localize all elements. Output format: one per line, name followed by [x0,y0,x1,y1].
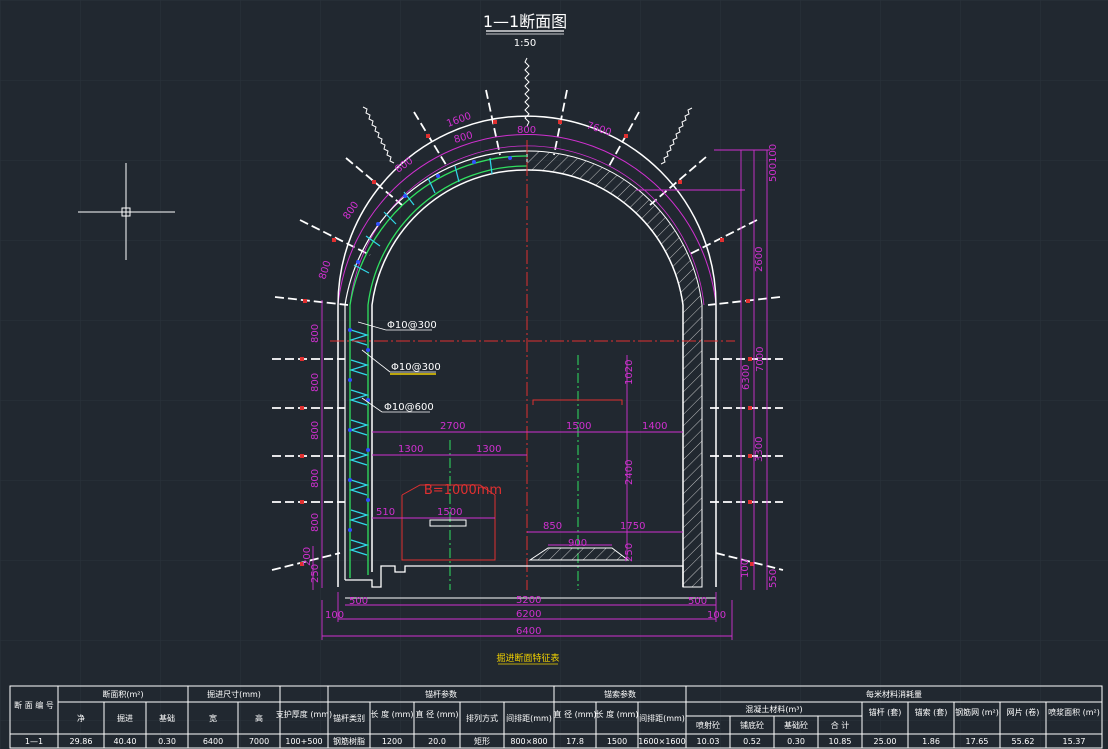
belt-width-label: B=1000mm [424,483,502,498]
td-bolt-dia: 20.0 [428,737,446,746]
th-mesh: 钢筋网 (m²) [955,707,999,717]
td-cable-spacing: 1600×1600 [638,737,685,746]
td-section: 1—1 [25,737,43,746]
th-net-rolls: 网片 (卷) [1007,707,1040,717]
td-support: 100+500 [285,737,322,746]
dim-right-7000: 7000 [755,347,766,372]
dim-bottom-500-right: 500 [688,596,707,607]
th-arrangement: 排列方式 [466,713,498,723]
dim-right-3300: 3300 [754,437,765,462]
th-bolt-type: 锚杆类别 [333,713,365,723]
dim-1750: 1750 [620,521,645,532]
dim-1020: 1020 [624,360,635,385]
dim-right-100: 100 [740,559,751,578]
dim-bottom-5200: 5200 [516,595,541,606]
dim-1500-b: 1500 [437,507,462,518]
td-spray-concrete: 10.03 [697,737,720,746]
dim-510: 510 [376,507,395,518]
dim-left-800-4: 800 [310,421,321,440]
td-foundation: 0.30 [158,737,176,746]
dim-2700: 2700 [440,421,465,432]
dim-1300-a: 1300 [398,444,423,455]
drawing-scale: 1:50 [514,38,536,49]
th-height: 高 [255,713,263,723]
track-bed [528,547,630,561]
td-width: 6400 [203,737,223,746]
th-section-no: 断 面 编 号 [14,700,54,710]
cad-drawing-canvas[interactable]: 1—1断面图 1:50 B=1000mm Φ10@300 Φ10@300 Φ10… [0,0,1108,749]
dim-arc-800-crown: 800 [517,125,536,136]
td-height: 7000 [249,737,269,746]
th-concrete: 混凝土材料(m³) [745,704,802,714]
td-mesh: 17.65 [966,737,989,746]
td-bolt-spacing: 800×800 [510,737,547,746]
th-foundation: 基础 [159,713,175,723]
th-spray-area: 喷浆面积 (m²) [1048,707,1100,717]
th-excavation: 掘进 [117,714,133,723]
dim-250: 250 [624,543,635,562]
dim-bottom-100-left: 100 [325,610,344,621]
dim-bottom-100-right: 100 [707,610,726,621]
dim-900: 900 [568,538,587,549]
dim-right-2600: 2600 [754,247,765,272]
td-bolt-type: 钢筋树脂 [333,736,365,746]
bolt-label-2: Φ10@300 [391,362,441,373]
dim-850: 850 [543,521,562,532]
td-arrangement: 矩形 [474,736,490,746]
th-bolt-sets: 锚杆 (套) [869,707,902,717]
td-floor-concrete: 0.52 [743,737,761,746]
td-cable-sets: 1.86 [922,737,940,746]
bolt-label-3: Φ10@600 [384,402,434,413]
dim-1500: 1500 [566,421,591,432]
td-net: 29.86 [70,737,93,746]
th-net: 净 [77,713,85,723]
drawing-title: 1—1断面图 [483,12,567,31]
dim-bottom-6200: 6200 [516,609,541,620]
dim-1300-b: 1300 [476,444,501,455]
th-total: 合 计 [831,720,850,730]
th-size: 掘进尺寸(mm) [207,689,261,699]
td-net-rolls: 55.62 [1012,737,1035,746]
th-floor-concrete: 铺底砼 [740,720,764,730]
th-area: 断面积(m²) [102,689,143,699]
td-base-concrete: 0.30 [787,737,805,746]
th-bolt-spacing: 间排距(mm) [506,713,552,723]
th-material: 每米材料消耗量 [866,689,922,699]
th-bolt-dia: 直 径 (mm) [416,709,459,719]
table-caption: 掘进断面特征表 [496,652,559,664]
td-cable-length: 1500 [607,737,627,746]
bolt-label-1: Φ10@300 [387,320,437,331]
dim-right-500-100: 500100 [768,144,779,182]
dim-left-800-3: 800 [310,373,321,392]
td-spray-area: 15.37 [1063,737,1086,746]
th-cable-sets: 锚索 (套) [915,707,948,717]
th-spray-concrete: 喷射砼 [696,720,720,730]
th-cable-length: 长 度 (mm) [596,709,639,719]
td-bolt-sets: 25.00 [874,737,897,746]
dim-right-550: 550 [768,569,779,588]
th-cable-dia: 直 径 (mm) [554,709,597,719]
dim-2400: 2400 [624,460,635,485]
dim-left-800-5: 800 [310,469,321,488]
th-bolt-length: 长 度 (mm) [371,709,414,719]
dim-left-200: 200 [302,547,313,566]
td-excavation: 40.40 [114,737,137,746]
th-width: 宽 [209,713,217,723]
dim-1400: 1400 [642,421,667,432]
th-bolt: 锚杆参数 [425,689,457,699]
th-support: 支护厚度 (mm) [276,709,332,719]
td-bolt-length: 1200 [382,737,402,746]
dim-left-800-6: 800 [310,513,321,532]
th-cable: 锚索参数 [604,689,636,699]
dim-right-6300: 6300 [741,365,752,390]
dim-bottom-6400: 6400 [516,626,541,637]
td-total: 10.85 [829,737,852,746]
th-cable-spacing: 间排距(mm) [639,713,685,723]
td-cable-dia: 17.8 [566,737,584,746]
dim-left-800-2: 800 [310,324,321,343]
th-base-concrete: 基础砼 [784,720,808,730]
model-space-grid [0,0,1108,749]
dim-bottom-500-left: 500 [349,596,368,607]
